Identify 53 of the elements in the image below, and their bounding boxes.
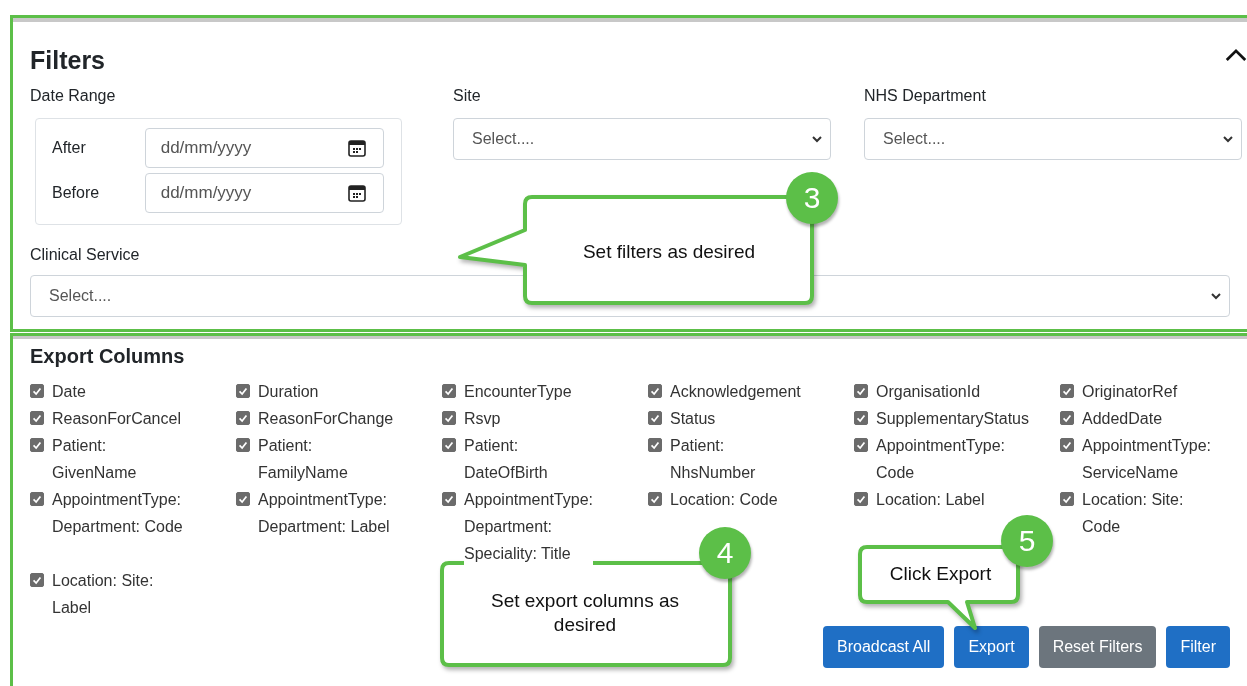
- checkbox[interactable]: [30, 492, 44, 506]
- checkbox[interactable]: [236, 492, 250, 506]
- checkbox[interactable]: [854, 438, 868, 452]
- select-field[interactable]: Select....: [453, 118, 831, 160]
- checkbox[interactable]: [1060, 384, 1074, 398]
- section-title: Filters: [30, 45, 106, 76]
- checkbox[interactable]: [648, 411, 662, 425]
- step-badge: 3: [786, 172, 838, 224]
- callout-text: Set filters as desired: [582, 240, 756, 264]
- field-label: Clinical Service: [30, 245, 140, 265]
- date-field[interactable]: dd/mm/yyyy: [144, 173, 384, 213]
- caret-icon: [1211, 292, 1221, 300]
- checkbox[interactable]: [648, 384, 662, 398]
- calendar-icon: [348, 184, 366, 202]
- checkbox[interactable]: [442, 384, 456, 398]
- field-label: NHS Department: [864, 86, 986, 106]
- field-label: Site: [453, 86, 481, 106]
- step-badge: 5: [1001, 515, 1053, 567]
- checkbox[interactable]: [1060, 411, 1074, 425]
- checkbox[interactable]: [1060, 438, 1074, 452]
- checkbox[interactable]: [236, 411, 250, 425]
- checkbox[interactable]: [648, 438, 662, 452]
- callout-text: Set export columns as desired: [490, 588, 680, 637]
- checkbox[interactable]: [1060, 492, 1074, 506]
- checkbox[interactable]: [30, 438, 44, 452]
- checkbox[interactable]: [30, 411, 44, 425]
- chevron-up-icon[interactable]: [1224, 47, 1247, 63]
- date-field[interactable]: dd/mm/yyyy: [144, 128, 384, 168]
- caret-icon: [1223, 135, 1233, 143]
- action-button[interactable]: Broadcast All: [823, 626, 945, 668]
- field-label: After: [52, 139, 87, 157]
- calendar-icon: [348, 139, 366, 157]
- caret-icon: [812, 135, 822, 143]
- step-badge: 4: [699, 527, 751, 579]
- checkbox[interactable]: [854, 384, 868, 398]
- checkbox[interactable]: [442, 411, 456, 425]
- checkbox[interactable]: [854, 411, 868, 425]
- callout-text: Click Export: [889, 562, 992, 586]
- checkbox[interactable]: [442, 492, 456, 506]
- checkbox[interactable]: [236, 384, 250, 398]
- action-button[interactable]: Filter: [1166, 626, 1230, 668]
- checkbox[interactable]: [442, 438, 456, 452]
- section-title: Export Columns: [30, 344, 186, 369]
- checkbox[interactable]: [30, 573, 44, 587]
- field-label: Before: [52, 184, 101, 202]
- checkbox[interactable]: [236, 438, 250, 452]
- action-button[interactable]: Reset Filters: [1038, 626, 1157, 668]
- checkbox[interactable]: [30, 384, 44, 398]
- action-button[interactable]: Export: [954, 626, 1029, 668]
- select-field[interactable]: Select....: [864, 118, 1242, 160]
- field-label: Date Range: [30, 86, 116, 106]
- checkbox[interactable]: [648, 492, 662, 506]
- checkbox[interactable]: [854, 492, 868, 506]
